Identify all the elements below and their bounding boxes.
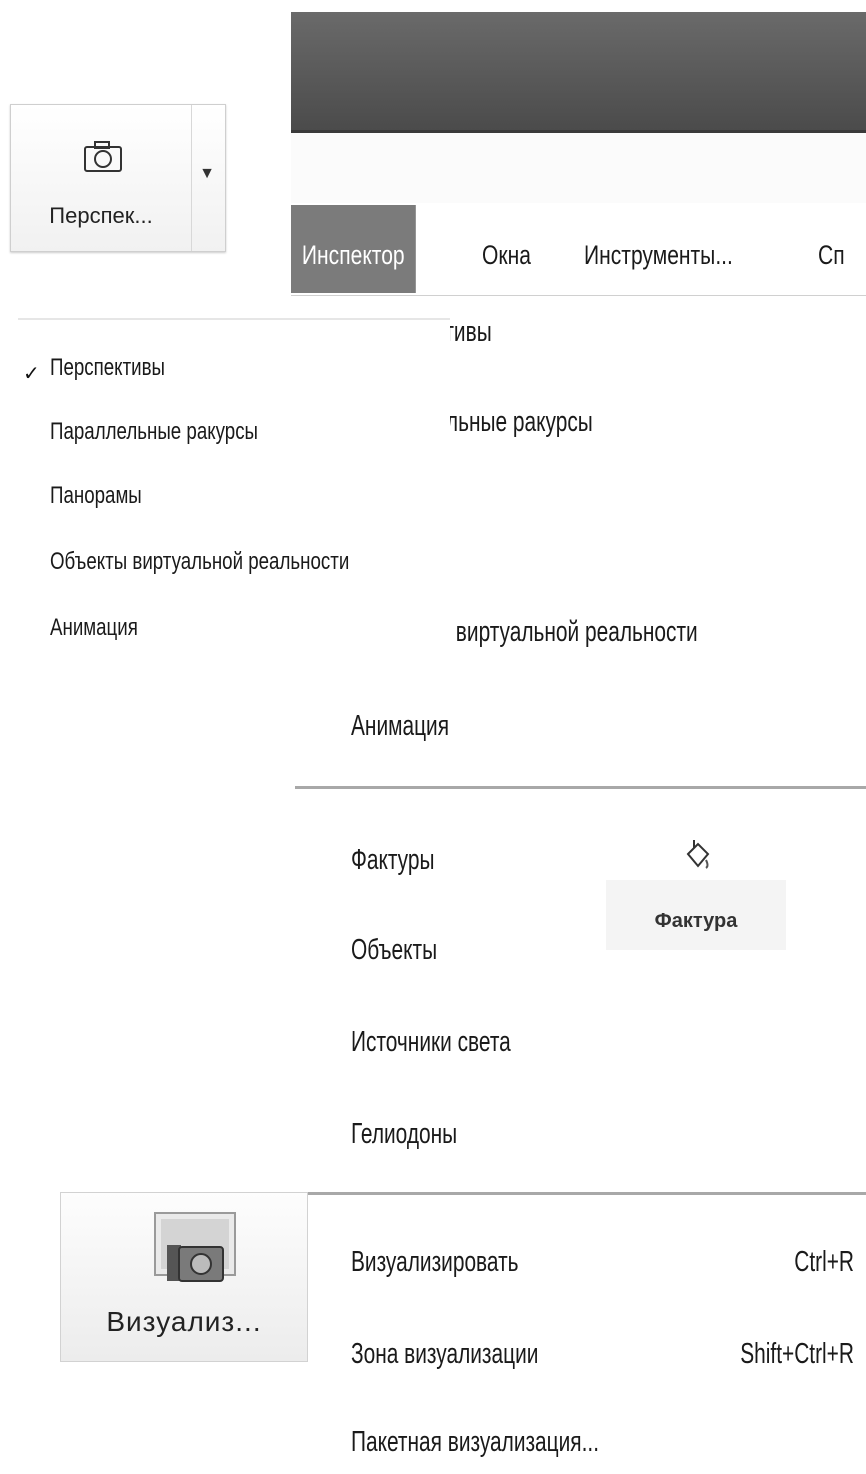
perspective-split-button[interactable]: Перспек... ▼: [10, 104, 226, 252]
shortcut-render-zone: Shift+Ctrl+R: [740, 1338, 854, 1370]
popup-item-parallel-views[interactable]: Параллельные ракурсы: [50, 418, 258, 446]
menu-item-render[interactable]: Визуализировать: [351, 1246, 519, 1279]
checkmark-icon: ✓: [23, 363, 40, 385]
window-title-bar: [291, 12, 866, 133]
ribbon-area: [291, 133, 866, 203]
popup-item-animation[interactable]: Анимация: [50, 614, 138, 642]
menu-item-animation[interactable]: Анимация: [351, 710, 449, 743]
paint-bucket-icon: [686, 840, 710, 869]
chevron-down-icon[interactable]: ▼: [197, 165, 217, 183]
popup-item-vr-objects[interactable]: Объекты виртуальной реальности: [50, 548, 349, 576]
popup-item-panoramas[interactable]: Панорамы: [50, 482, 142, 510]
perspective-popup-menu: ✓ Перспективы Параллельные ракурсы Панор…: [18, 318, 450, 670]
texture-button[interactable]: Фактура: [606, 840, 786, 950]
popup-item-perspectives[interactable]: Перспективы: [50, 354, 165, 382]
menu-item-light-sources[interactable]: Источники света: [351, 1026, 511, 1059]
menu-help[interactable]: Сп: [818, 205, 845, 293]
menu-item-heliodons[interactable]: Гелиодоны: [351, 1118, 457, 1151]
render-camera-icon: [154, 1212, 236, 1282]
menu-inspector[interactable]: Инспектор: [291, 205, 416, 293]
menu-bar: Инспектор Окна Инструменты... Сп: [291, 205, 866, 296]
menu-item-batch-render[interactable]: Пакетная визуализация...: [351, 1426, 599, 1459]
menu-tools[interactable]: Инструменты...: [584, 205, 733, 293]
menu-item-render-zone[interactable]: Зона визуализации: [351, 1338, 538, 1371]
render-button[interactable]: Визуализ...: [60, 1192, 308, 1362]
texture-button-label: Фактура: [654, 910, 738, 932]
perspective-button[interactable]: Перспек...: [11, 105, 192, 251]
render-button-label: Визуализ...: [106, 1306, 262, 1337]
menu-separator: [295, 786, 866, 789]
menu-separator: [295, 1192, 866, 1195]
camera-icon: [84, 141, 122, 172]
menu-item-parallel-views[interactable]: ельные ракурсы: [435, 406, 593, 439]
perspective-button-label: Перспек...: [49, 203, 153, 228]
menu-item-textures[interactable]: Фактуры: [351, 844, 434, 877]
shortcut-render: Ctrl+R: [794, 1246, 854, 1278]
menu-item-objects[interactable]: Объекты: [351, 934, 437, 967]
menu-windows[interactable]: Окна: [482, 205, 531, 293]
menu-item-vr-objects[interactable]: ы виртуальной реальности: [435, 616, 698, 649]
